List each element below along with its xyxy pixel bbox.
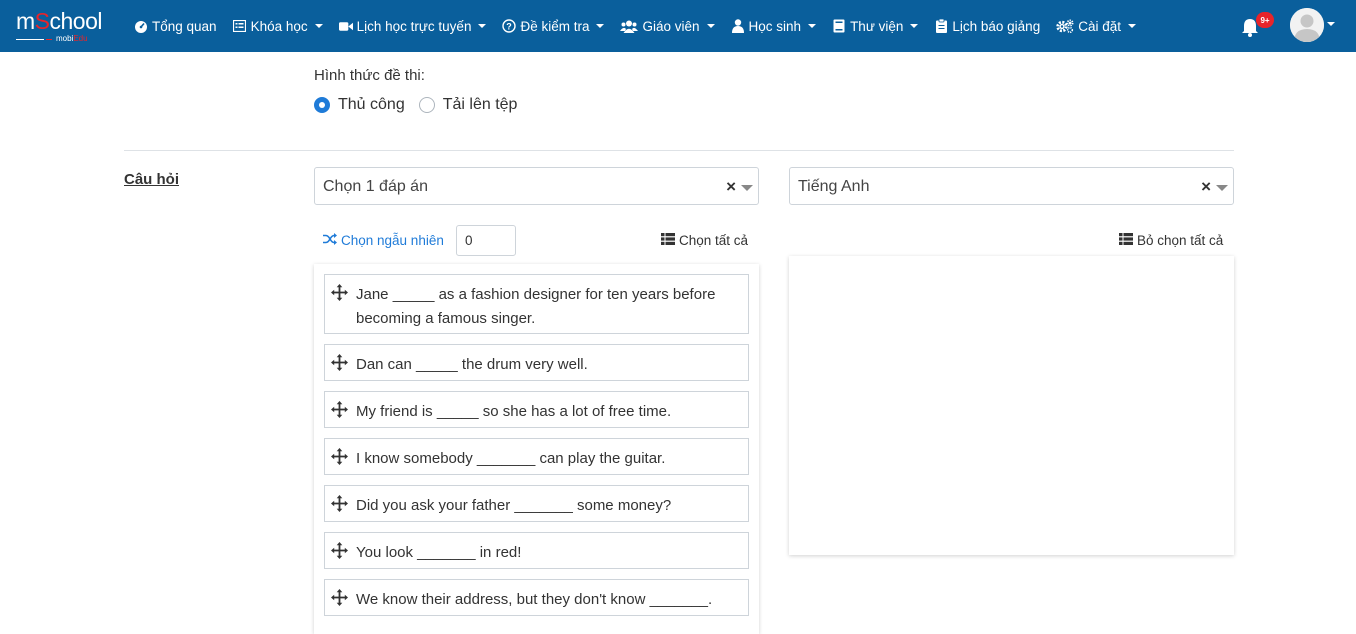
move-icon[interactable] bbox=[331, 284, 348, 301]
radio-upload-label: Tải lên tệp bbox=[442, 96, 518, 113]
move-icon[interactable] bbox=[331, 401, 348, 418]
question-type-select[interactable]: Chọn 1 đáp án × bbox=[314, 167, 759, 205]
nav-settings[interactable]: Cài đặt bbox=[1056, 19, 1136, 34]
chevron-down-icon[interactable] bbox=[741, 185, 753, 191]
radio-upload-input[interactable] bbox=[418, 97, 435, 113]
gears-icon bbox=[1056, 19, 1074, 33]
list-icon bbox=[233, 19, 247, 33]
logo-wordmark: mSchool bbox=[16, 8, 103, 34]
question-text: We know their address, but they don't kn… bbox=[356, 591, 713, 608]
top-navbar: mSchool mobiEdu Tổng quan Khóa học Lịch … bbox=[0, 0, 1356, 52]
random-select-link[interactable]: Chọn ngẫu nhiên bbox=[323, 233, 444, 248]
nav-library[interactable]: Thư viện bbox=[832, 18, 919, 34]
move-icon[interactable] bbox=[331, 495, 348, 512]
list-icon bbox=[661, 233, 675, 248]
chevron-down-icon[interactable] bbox=[1216, 185, 1228, 191]
question-text: Jane _____ as a fashion designer for ten… bbox=[356, 286, 716, 327]
chevron-down-icon bbox=[1127, 24, 1136, 28]
chevron-down-icon bbox=[314, 24, 323, 28]
question-item[interactable]: We know their address, but they don't kn… bbox=[324, 579, 749, 616]
question-item[interactable]: Dan can _____ the drum very well. bbox=[324, 344, 749, 381]
logo-subtitle: mobiEdu bbox=[16, 34, 112, 44]
brand-logo[interactable]: mSchool mobiEdu bbox=[16, 8, 112, 44]
question-item[interactable]: My friend is _____ so she has a lot of f… bbox=[324, 391, 749, 428]
nav-dashboard-label: Tổng quan bbox=[152, 18, 217, 34]
questions-section-label: Câu hỏi bbox=[124, 171, 179, 188]
nav-teaching-schedule[interactable]: Lịch báo giảng bbox=[934, 19, 1040, 34]
clear-icon[interactable]: × bbox=[726, 178, 736, 195]
question-item[interactable]: Did you ask your father _______ some mon… bbox=[324, 485, 749, 522]
user-icon bbox=[731, 19, 745, 33]
selected-questions-panel bbox=[789, 256, 1234, 555]
nav-library-label: Thư viện bbox=[850, 18, 904, 34]
move-icon[interactable] bbox=[331, 354, 348, 371]
question-text: I know somebody _______ can play the gui… bbox=[356, 450, 666, 467]
move-icon[interactable] bbox=[331, 448, 348, 465]
nav-teaching-schedule-label: Lịch báo giảng bbox=[952, 18, 1041, 34]
chevron-down-icon bbox=[910, 24, 919, 28]
random-count-input[interactable] bbox=[456, 225, 516, 256]
question-item[interactable]: Jane _____ as a fashion designer for ten… bbox=[324, 274, 749, 334]
clear-icon[interactable]: × bbox=[1201, 178, 1211, 195]
question-text: My friend is _____ so she has a lot of f… bbox=[356, 403, 672, 420]
deselect-all-link[interactable]: Bỏ chọn tất cả bbox=[1119, 233, 1223, 248]
question-bank-panel: Jane _____ as a fashion designer for ten… bbox=[314, 264, 759, 634]
chevron-down-icon[interactable] bbox=[1327, 22, 1335, 26]
chevron-down-icon bbox=[706, 24, 715, 28]
chevron-down-icon bbox=[808, 24, 817, 28]
select-all-link[interactable]: Chọn tất cả bbox=[661, 233, 748, 248]
nav-students[interactable]: Học sinh bbox=[731, 19, 817, 34]
question-item[interactable]: I know somebody _______ can play the gui… bbox=[324, 438, 749, 475]
dashboard-icon bbox=[134, 19, 148, 33]
radio-upload-file[interactable]: Tải lên tệp bbox=[418, 96, 518, 114]
nav-settings-label: Cài đặt bbox=[1078, 18, 1121, 34]
nav-teachers-label: Giáo viên bbox=[642, 18, 700, 34]
random-select-label: Chọn ngẫu nhiên bbox=[341, 233, 444, 248]
nav-online-schedule[interactable]: Lịch học trực tuyến bbox=[338, 18, 487, 34]
book-icon bbox=[832, 19, 846, 33]
move-icon[interactable] bbox=[331, 589, 348, 606]
svg-text:?: ? bbox=[507, 22, 513, 32]
nav-dashboard[interactable]: Tổng quan bbox=[134, 19, 217, 34]
nav-teachers[interactable]: Giáo viên bbox=[620, 18, 715, 34]
nav-exams[interactable]: ? Đề kiểm tra bbox=[502, 18, 605, 34]
question-type-value: Chọn 1 đáp án bbox=[323, 178, 428, 195]
radio-manual-label: Thủ công bbox=[338, 96, 405, 113]
video-icon bbox=[338, 19, 353, 33]
exam-type-radio-group: Thủ công Tải lên tệp bbox=[314, 96, 531, 114]
chevron-down-icon bbox=[596, 24, 605, 28]
nav-online-schedule-label: Lịch học trực tuyến bbox=[356, 18, 472, 34]
subject-select[interactable]: Tiếng Anh × bbox=[789, 167, 1234, 205]
list-icon bbox=[1119, 233, 1133, 248]
deselect-all-label: Bỏ chọn tất cả bbox=[1137, 233, 1224, 248]
main-nav: Tổng quan Khóa học Lịch học trực tuyến ?… bbox=[134, 0, 1152, 52]
question-text: You look _______ in red! bbox=[356, 544, 522, 561]
section-divider bbox=[124, 150, 1234, 151]
question-text: Did you ask your father _______ some mon… bbox=[356, 497, 672, 514]
clipboard-icon bbox=[934, 19, 948, 33]
users-icon bbox=[620, 19, 639, 33]
subject-value: Tiếng Anh bbox=[798, 178, 870, 195]
shuffle-icon bbox=[323, 233, 337, 248]
nav-exams-label: Đề kiểm tra bbox=[520, 18, 590, 34]
nav-students-label: Học sinh bbox=[748, 18, 802, 34]
exam-type-label: Hình thức đề thi: bbox=[314, 67, 425, 84]
select-all-label: Chọn tất cả bbox=[679, 233, 749, 248]
nav-courses[interactable]: Khóa học bbox=[233, 19, 323, 34]
radio-manual-input[interactable] bbox=[314, 97, 330, 113]
nav-courses-label: Khóa học bbox=[250, 18, 308, 34]
question-text: Dan can _____ the drum very well. bbox=[356, 356, 588, 373]
chevron-down-icon bbox=[478, 24, 487, 28]
question-icon: ? bbox=[502, 19, 517, 33]
question-item[interactable]: You look _______ in red! bbox=[324, 532, 749, 569]
user-avatar[interactable] bbox=[1290, 8, 1324, 42]
notification-badge: 9+ bbox=[1256, 12, 1274, 28]
move-icon[interactable] bbox=[331, 542, 348, 559]
radio-manual[interactable]: Thủ công bbox=[314, 96, 405, 114]
